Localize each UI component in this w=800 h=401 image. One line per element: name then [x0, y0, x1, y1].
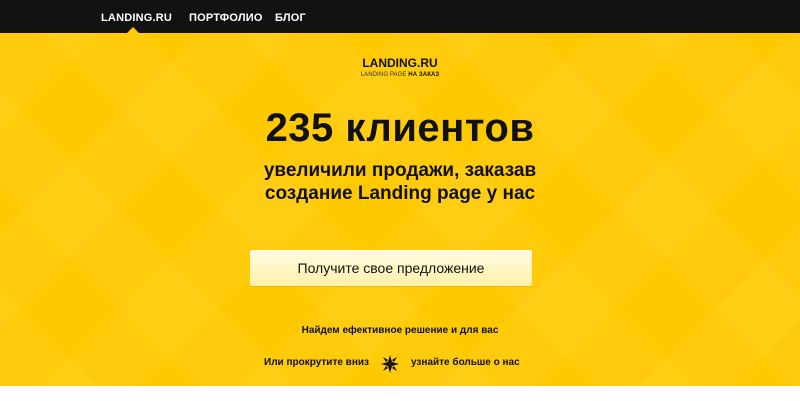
scroll-hint-right: узнайте больше о нас	[411, 357, 520, 368]
logo-tagline-bold: НА ЗАКАЗ	[408, 72, 440, 78]
nav-item-blog[interactable]: БЛОГ	[275, 12, 306, 24]
get-offer-button[interactable]: Получите свое предложение	[250, 250, 532, 286]
subhead-line-2: создание Landing page у нас	[264, 183, 536, 204]
page-headline: 235 клиентов	[265, 106, 535, 150]
solution-note: Найдем ефективное решение и для вас	[301, 325, 499, 336]
page-bottom-strip	[0, 386, 800, 401]
subhead-line-1: увеличили продажи, заказав	[263, 160, 537, 181]
nav-item-landing[interactable]: LANDING.RU	[101, 12, 172, 24]
logo-tagline-prefix: LANDING PAGE	[360, 72, 409, 78]
site-logo: LANDING.RU	[362, 56, 438, 70]
page-subheadline: увеличили продажи, заказав создание Land…	[0, 159, 800, 205]
scroll-hint-left: Или прокрутите вниз	[264, 357, 369, 368]
nav-item-portfolio[interactable]: ПОРТФОЛИО	[189, 12, 263, 24]
scroll-down-star-icon[interactable]	[381, 355, 399, 373]
logo-tagline: LANDING PAGE НА ЗАКАЗ	[0, 72, 800, 78]
top-navigation: LANDING.RU ПОРТФОЛИО БЛОГ	[0, 0, 800, 33]
hero-section: LANDING.RU LANDING PAGE НА ЗАКАЗ 235 кли…	[0, 33, 800, 386]
